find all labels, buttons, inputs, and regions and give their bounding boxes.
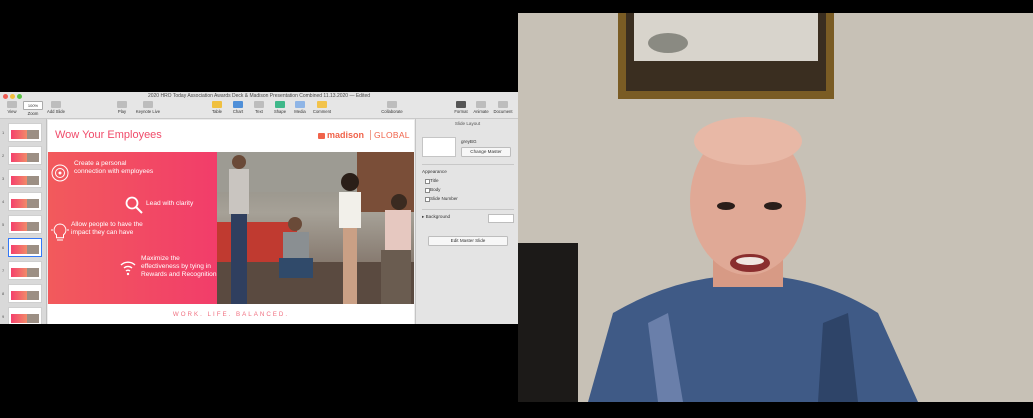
slide-number-label: 2 — [2, 153, 5, 158]
animate-icon — [476, 101, 486, 108]
slide-canvas[interactable]: Wow Your Employees madison GLOBAL Create… — [48, 120, 414, 324]
view-icon — [7, 101, 17, 108]
title-option: Title — [430, 178, 439, 183]
keynote-live-icon — [143, 101, 153, 108]
text-icon — [254, 101, 264, 108]
add-slide-icon — [51, 101, 61, 108]
point-clarity-text[interactable]: Lead with clarity — [146, 200, 211, 208]
thumb-gradient — [11, 176, 27, 185]
slide-number-label: 4 — [2, 199, 5, 204]
team-photo[interactable] — [217, 152, 414, 304]
slide-number-label: 5 — [2, 222, 5, 227]
thumb-gradient — [11, 130, 27, 139]
change-master-button[interactable]: Change Master — [461, 147, 511, 157]
background-color-well[interactable] — [488, 214, 514, 223]
slide-thumbnail[interactable] — [8, 238, 42, 257]
body-option: Body — [430, 187, 441, 192]
thumb-photo — [27, 199, 39, 208]
zoom-button[interactable]: 100% Zoom — [21, 101, 45, 116]
document-icon — [498, 101, 508, 108]
webcam-video — [518, 13, 1033, 402]
slide-number-option: Slide Number — [430, 196, 458, 201]
gradient-panel[interactable]: Create a personal connection with employ… — [48, 152, 217, 304]
slide-footer[interactable]: WORK. LIFE. BALANCED. — [48, 311, 414, 318]
thumb-photo — [27, 130, 39, 139]
appearance-label: Appearance — [422, 169, 447, 174]
keynote-live-button[interactable]: Keynote Live — [134, 101, 162, 114]
slide-number-label: 8 — [2, 291, 5, 296]
thumb-photo — [27, 176, 39, 185]
thumb-photo — [27, 291, 39, 300]
slide-navigator[interactable]: 1 2 3 4 5 6 7 8 9 — [0, 119, 47, 324]
window-title: 2020 HRO Today Association Awards Deck &… — [147, 93, 371, 99]
thumb-photo — [27, 222, 39, 231]
slide-thumbnail[interactable] — [8, 169, 42, 188]
slide-title[interactable]: Wow Your Employees — [55, 129, 162, 141]
webcam-scene — [518, 13, 1033, 402]
master-thumbnail[interactable] — [422, 137, 456, 157]
slide-thumbnail[interactable] — [8, 146, 42, 165]
slide-number-label: 1 — [2, 130, 5, 135]
madison-logo: madison — [318, 130, 364, 140]
lightbulb-icon — [51, 223, 69, 241]
thumb-photo — [27, 268, 39, 277]
point-impact-text[interactable]: Allow people to have the impact they can… — [71, 221, 161, 237]
logo-global-text: GLOBAL — [370, 130, 410, 140]
thumb-gradient — [11, 268, 27, 277]
chevron-right-icon: ▸ — [422, 214, 425, 219]
point-connection-text[interactable]: Create a personal connection with employ… — [74, 160, 154, 176]
thumb-gradient — [11, 245, 27, 254]
shape-icon — [275, 101, 285, 108]
thumb-gradient — [11, 314, 27, 323]
slide-thumbnail[interactable] — [8, 123, 42, 142]
thumb-gradient — [11, 222, 27, 231]
add-slide-button[interactable]: Add Slide — [44, 101, 68, 114]
comment-icon — [317, 101, 327, 108]
thumb-gradient — [11, 199, 27, 208]
thumb-gradient — [11, 291, 27, 300]
slide-thumbnail[interactable] — [8, 307, 42, 324]
animate-button[interactable]: Animate — [469, 101, 493, 114]
media-icon — [295, 101, 305, 108]
play-icon — [117, 101, 127, 108]
collaborate-icon — [387, 101, 397, 108]
format-inspector: Slide Layout greyBG Change Master Appear… — [415, 119, 519, 324]
edit-master-slide-button[interactable]: Edit Master Slide — [428, 236, 508, 246]
thumb-photo — [27, 245, 39, 254]
thumb-photo — [27, 153, 39, 162]
comment-button[interactable]: Comment — [310, 101, 334, 114]
thumb-gradient — [11, 153, 27, 162]
slide-number-label: 6 — [2, 245, 5, 250]
master-name: greyBG — [461, 139, 477, 144]
target-icon — [51, 164, 69, 182]
slide-number-label: 7 — [2, 268, 5, 273]
background-disclosure[interactable]: ▸ Background — [422, 214, 450, 220]
divider — [422, 164, 514, 165]
play-button[interactable]: Play — [110, 101, 134, 114]
document-button[interactable]: Document — [491, 101, 515, 114]
slide-thumbnail[interactable] — [8, 284, 42, 303]
slide-thumbnail[interactable] — [8, 192, 42, 211]
toolbar: View 100% Zoom Add Slide Play Keynote Liv… — [0, 100, 518, 119]
media-button[interactable]: Media — [288, 101, 312, 114]
signal-icon — [120, 261, 136, 276]
title-bar: 2020 HRO Today Association Awards Deck &… — [0, 92, 518, 100]
divider — [422, 209, 514, 210]
collaborate-button[interactable]: Collaborate — [378, 101, 406, 114]
table-icon — [212, 101, 222, 108]
team-photo-illustration — [217, 152, 414, 304]
format-icon — [456, 101, 466, 108]
point-rewards-text[interactable]: Maximize the effectiveness by tying in R… — [141, 255, 217, 279]
thumb-photo — [27, 314, 39, 323]
slide-thumbnail[interactable] — [8, 261, 42, 280]
inspector-header: Slide Layout — [454, 121, 481, 126]
slide-number-label: 3 — [2, 176, 5, 181]
slide-number-label: 9 — [2, 314, 5, 319]
slide-thumbnail[interactable] — [8, 215, 42, 234]
chart-icon — [233, 101, 243, 108]
magnifier-icon — [125, 196, 143, 214]
logo-mark-icon — [318, 133, 325, 139]
